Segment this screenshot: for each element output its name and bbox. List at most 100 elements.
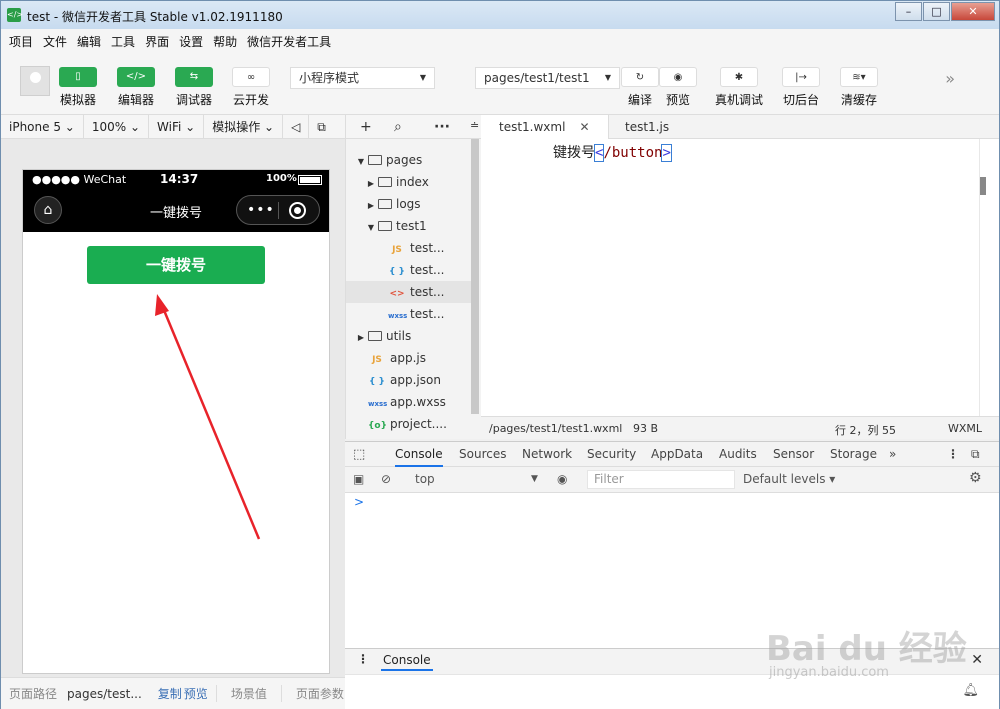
menu-help[interactable]: 帮助 xyxy=(213,33,237,50)
tab-test1-js[interactable]: test1.js xyxy=(607,115,687,139)
tree-file-test1-wxss[interactable]: wxss test... xyxy=(346,303,472,325)
tab-appdata[interactable]: AppData xyxy=(651,442,703,467)
menu-tools[interactable]: 工具 xyxy=(111,33,135,50)
volume-icon[interactable]: ◁ xyxy=(283,114,310,139)
menu-edit[interactable]: 编辑 xyxy=(77,33,101,50)
log-levels-select[interactable]: Default levels ▾ xyxy=(743,472,835,486)
drawer-menu-icon[interactable]: ⋮ xyxy=(357,652,369,666)
phone-icon: ▯ xyxy=(59,67,97,87)
tab-storage[interactable]: Storage xyxy=(830,442,877,467)
preview-button[interactable]: ◉ 预览 xyxy=(658,67,698,108)
menu-capsule[interactable]: ••• xyxy=(236,195,320,225)
kebab-menu-icon[interactable]: ⋮ xyxy=(947,442,959,467)
path-value: pages/test1/test1 xyxy=(484,71,590,85)
code-icon: </> xyxy=(117,67,155,87)
tree-file-test1-js[interactable]: JS test... xyxy=(346,237,472,259)
compile-path-select[interactable]: pages/test1/test1 ▼ xyxy=(475,67,620,89)
tree-folder-pages[interactable]: ▼ pages xyxy=(346,149,472,171)
copy-link[interactable]: 复制 xyxy=(150,685,184,702)
battery-percent: 100% xyxy=(266,173,297,184)
close-button[interactable]: ✕ xyxy=(951,2,995,21)
editor-tabs: test1.wxml ✕ test1.js xyxy=(481,115,999,139)
collapse-icon[interactable]: ≐ xyxy=(470,119,479,132)
bell-icon[interactable]: 🔔︎ xyxy=(962,683,979,698)
wxss-file-icon: wxss xyxy=(388,312,408,320)
tree-scrollbar[interactable] xyxy=(471,139,479,414)
background-button[interactable]: |→ 切后台 xyxy=(781,67,821,108)
clear-console-icon[interactable]: ⊘ xyxy=(381,472,391,486)
cloud-button[interactable]: ∞ 云开发 xyxy=(231,67,271,108)
tab-audits[interactable]: Audits xyxy=(719,442,757,467)
inspect-icon[interactable]: ⬚ xyxy=(353,442,365,467)
tree-folder-logs[interactable]: ▶ logs xyxy=(346,193,472,215)
gear-icon[interactable]: ⚙ xyxy=(969,470,982,486)
preview-link[interactable]: 预览 xyxy=(184,685,216,702)
editor-toggle[interactable]: </> 编辑器 xyxy=(116,67,156,108)
sidebar-toggle-icon[interactable]: ▣ xyxy=(353,472,364,486)
caret-down-icon[interactable]: ▼ xyxy=(531,474,538,484)
minimize-button[interactable]: – xyxy=(895,2,922,21)
page-params-button[interactable]: 页面参数 xyxy=(280,685,352,702)
clear-cache-label: 清缓存 xyxy=(840,93,877,107)
tab-sensor[interactable]: Sensor xyxy=(773,442,814,467)
wxml-file-icon: <> xyxy=(389,289,405,299)
tree-folder-utils[interactable]: ▶ utils xyxy=(346,325,472,347)
tree-file-project-config[interactable]: {o} project.... xyxy=(346,413,472,435)
switch-icon: |→ xyxy=(782,67,820,87)
console-filter-input[interactable]: Filter xyxy=(587,470,735,489)
menu-file[interactable]: 文件 xyxy=(43,33,67,50)
tree-file-app-wxss[interactable]: wxss app.wxss xyxy=(346,391,472,413)
menu-project[interactable]: 项目 xyxy=(9,33,33,50)
caret-right-icon: ▶ xyxy=(367,201,375,210)
menu-devtools[interactable]: 微信开发者工具 xyxy=(247,33,331,50)
simulator-toggle[interactable]: ▯ 模拟器 xyxy=(58,67,98,108)
tree-file-app-json[interactable]: { } app.json xyxy=(346,369,472,391)
zoom-select[interactable]: 100% ⌄ xyxy=(84,114,150,139)
more-tabs-icon[interactable]: » xyxy=(889,442,896,467)
code-editor[interactable]: 键拨号</button> xyxy=(481,139,999,416)
context-select[interactable]: top xyxy=(415,472,435,486)
network-select[interactable]: WiFi ⌄ xyxy=(149,114,205,139)
dock-icon[interactable]: ⧉ xyxy=(971,442,980,467)
menu-view[interactable]: 界面 xyxy=(145,33,169,50)
search-icon[interactable]: ⌕ xyxy=(394,119,402,135)
one-click-dial-button[interactable]: 一键拨号 xyxy=(87,246,265,284)
scroll-thumb[interactable] xyxy=(980,177,986,195)
phone-nav-bar: ⌂ 一键拨号 ••• xyxy=(23,190,329,232)
close-drawer-icon[interactable]: ✕ xyxy=(971,652,983,668)
folder-icon xyxy=(378,177,392,187)
real-debug-button[interactable]: ✱ 真机调试 xyxy=(715,67,763,108)
tree-folder-index[interactable]: ▶ index xyxy=(346,171,472,193)
maximize-button[interactable]: □ xyxy=(923,2,950,21)
eye-icon[interactable]: ◉ xyxy=(557,472,567,486)
scene-value-button[interactable]: 场景值 xyxy=(215,685,281,702)
tree-folder-test1[interactable]: ▼ test1 xyxy=(346,215,472,237)
more-icon[interactable]: ··· xyxy=(434,119,450,135)
chevron-right-icon[interactable]: » xyxy=(945,69,955,88)
editor-scrollbar[interactable] xyxy=(979,139,999,416)
device-select[interactable]: iPhone 5 ⌄ xyxy=(1,114,84,139)
status-position: 行 2，列 55 xyxy=(835,424,896,437)
popout-icon[interactable]: ⧉ xyxy=(309,115,334,139)
tab-security[interactable]: Security xyxy=(587,442,636,467)
debugger-toggle[interactable]: ⇆ 调试器 xyxy=(174,67,214,108)
tab-console[interactable]: Console xyxy=(395,442,443,467)
operation-select[interactable]: 模拟操作 ⌄ xyxy=(204,114,284,139)
tree-file-test1-json[interactable]: { } test... xyxy=(346,259,472,281)
close-target-icon[interactable] xyxy=(289,202,306,219)
tab-network[interactable]: Network xyxy=(522,442,572,467)
tab-sources[interactable]: Sources xyxy=(459,442,506,467)
tree-file-test1-wxml[interactable]: <> test... xyxy=(346,281,472,303)
menu-settings[interactable]: 设置 xyxy=(179,33,203,50)
simulator-footer: 页面路径 pages/test... 复制 预览 场景值 页面参数 xyxy=(1,677,345,709)
mode-select[interactable]: 小程序模式 ▼ xyxy=(290,67,435,89)
drawer-tab-console[interactable]: Console xyxy=(381,653,433,671)
tab-test1-wxml[interactable]: test1.wxml ✕ xyxy=(481,115,609,139)
add-icon[interactable]: + xyxy=(360,119,372,135)
avatar[interactable] xyxy=(20,66,50,96)
clear-cache-button[interactable]: ≋▾ 清缓存 xyxy=(839,67,879,108)
close-icon[interactable]: ✕ xyxy=(579,120,589,134)
more-dots-icon[interactable]: ••• xyxy=(247,202,275,218)
debugger-label: 调试器 xyxy=(175,93,212,107)
tree-file-app-js[interactable]: JS app.js xyxy=(346,347,472,369)
